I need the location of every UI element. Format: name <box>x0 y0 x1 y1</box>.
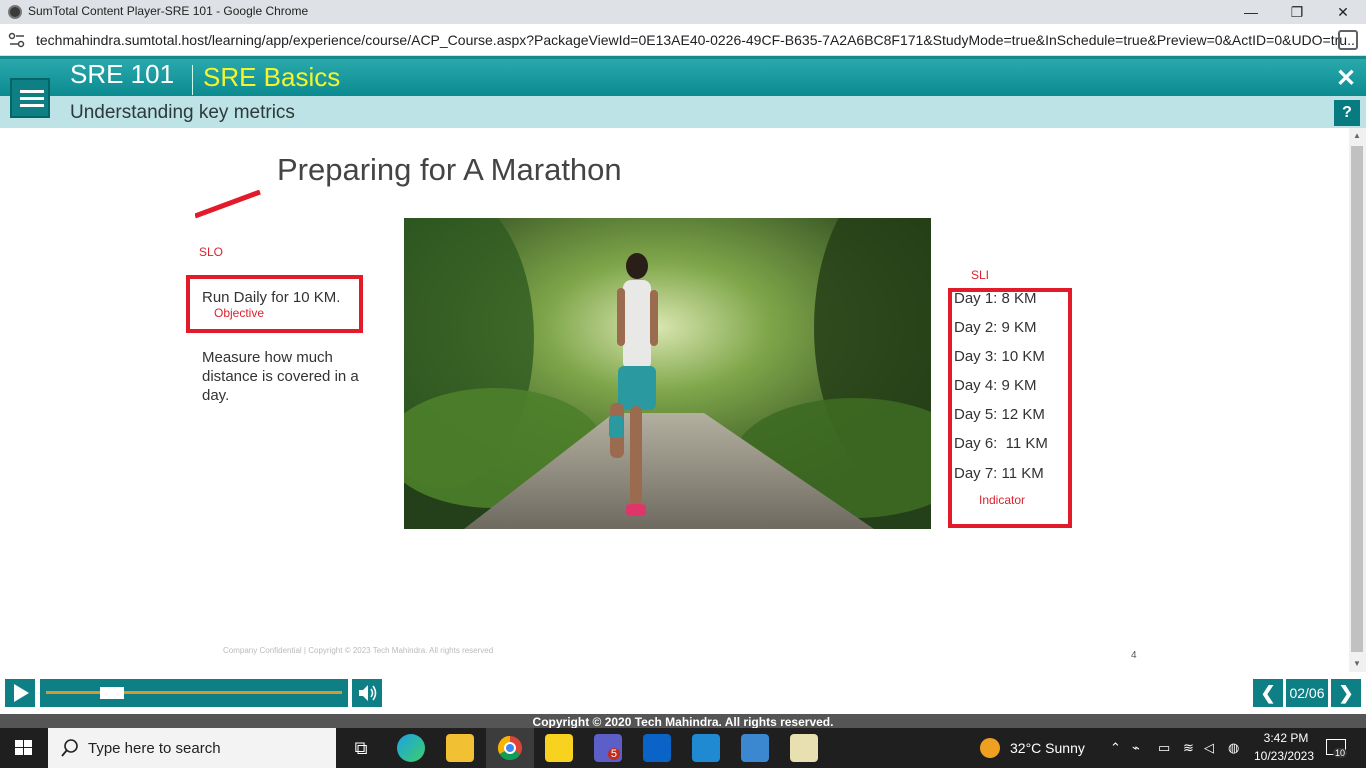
day-entry: Day 5: 12 KM <box>954 406 1045 423</box>
indicator-annotation: Indicator <box>979 493 1026 507</box>
red-stroke-decoration <box>195 190 261 219</box>
edge-icon[interactable] <box>397 734 425 762</box>
help-button[interactable]: ? <box>1334 100 1360 126</box>
scroll-up-icon[interactable]: ▲ <box>1353 131 1361 140</box>
restore-button[interactable]: ❐ <box>1274 0 1320 24</box>
objective-annotation: Objective <box>214 306 265 320</box>
menu-button[interactable] <box>10 78 50 118</box>
objective-text: Run Daily for 10 KM. <box>202 289 341 306</box>
teams-badge: 5 <box>607 748 620 760</box>
lesson-title: Understanding key metrics <box>70 102 295 123</box>
day-entry: Day 1: 8 KM <box>954 290 1037 307</box>
hamburger-icon <box>20 90 44 93</box>
weather-icon[interactable] <box>980 738 1000 758</box>
close-course-button[interactable]: ✕ <box>1332 65 1360 93</box>
day-entry: Day 6: 11 KM <box>954 435 1048 452</box>
browser-title-bar: SumTotal Content Player-SRE 101 - Google… <box>0 0 1366 24</box>
url-text[interactable]: techmahindra.sumtotal.host/learning/app/… <box>36 32 1356 48</box>
language-icon[interactable]: ◍ <box>1228 740 1239 756</box>
progress-knob[interactable] <box>100 687 125 699</box>
site-settings-icon[interactable] <box>8 32 26 48</box>
progress-track <box>46 691 342 694</box>
volume-button[interactable] <box>352 679 382 707</box>
speaker-icon[interactable]: ◁ <box>1204 740 1214 756</box>
slide-title: Preparing for A Marathon <box>277 152 622 187</box>
search-icon <box>61 739 78 757</box>
day-entry: Day 3: 10 KM <box>954 348 1045 365</box>
play-button[interactable] <box>5 679 35 707</box>
vertical-scrollbar[interactable]: ▲ ▼ <box>1349 128 1366 672</box>
course-header: SRE 101 SRE Basics ✕ <box>0 56 1366 96</box>
measure-text: Measure how much distance is covered in … <box>202 349 359 404</box>
day-entry: Day 7: 11 KM <box>954 465 1044 482</box>
sli-label: SLI <box>971 268 990 282</box>
file-explorer-icon[interactable] <box>446 734 474 762</box>
address-bar[interactable]: techmahindra.sumtotal.host/learning/app/… <box>0 24 1366 56</box>
copyright-text: Copyright © 2020 Tech Mahindra. All righ… <box>0 714 1366 729</box>
vscode-icon[interactable] <box>692 734 720 762</box>
progress-slider[interactable] <box>40 679 348 707</box>
chevron-up-icon[interactable]: ⌃ <box>1110 740 1121 756</box>
start-button[interactable] <box>0 728 48 768</box>
page-indicator: 02/06 <box>1286 679 1328 707</box>
slide-footer: Company Confidential | Copyright © 2023 … <box>223 646 494 655</box>
search-placeholder[interactable]: Type here to search <box>88 740 221 757</box>
chrome-taskbar-slot[interactable] <box>486 728 534 768</box>
play-icon <box>14 684 29 702</box>
teams-icon[interactable]: 5 <box>594 734 622 762</box>
course-code: SRE 101 <box>70 59 175 89</box>
wifi-icon[interactable]: ≋ <box>1183 740 1194 756</box>
outlook-icon[interactable] <box>643 734 671 762</box>
notepad-plus-icon[interactable] <box>790 734 818 762</box>
zoom-icon[interactable] <box>1338 30 1358 50</box>
previous-page-button[interactable]: ❮ <box>1253 679 1283 707</box>
scrollbar-thumb[interactable] <box>1351 146 1363 652</box>
next-page-button[interactable]: ❯ <box>1331 679 1361 707</box>
battery-icon[interactable]: ▭ <box>1158 740 1170 756</box>
windows-icon <box>15 740 32 755</box>
sticky-notes-icon[interactable] <box>545 734 573 762</box>
window-title: SumTotal Content Player-SRE 101 - Google… <box>28 4 309 18</box>
remote-desktop-icon[interactable] <box>741 734 769 762</box>
day-entry: Day 4: 9 KM <box>954 377 1037 394</box>
clock-time[interactable]: 3:42 PM <box>1258 731 1314 745</box>
weather-text[interactable]: 32°C Sunny <box>1010 740 1085 756</box>
minimize-button[interactable]: — <box>1228 0 1274 24</box>
app-icon <box>8 5 22 19</box>
slide-page-number: 4 <box>1131 650 1137 661</box>
lesson-header: Understanding key metrics <box>0 96 1366 128</box>
marathon-runner-image <box>404 218 931 529</box>
clock-date[interactable]: 10/23/2023 <box>1252 749 1316 763</box>
close-window-button[interactable]: ✕ <box>1320 0 1366 24</box>
notification-count: 10 <box>1333 748 1348 758</box>
slo-label: SLO <box>199 245 224 259</box>
chrome-icon <box>497 736 522 761</box>
network-icon[interactable]: ⌁ <box>1132 740 1140 756</box>
volume-icon <box>359 685 377 701</box>
task-view-icon[interactable]: ⧉ <box>347 734 375 762</box>
taskbar-search[interactable]: Type here to search <box>48 728 336 768</box>
scroll-down-icon[interactable]: ▼ <box>1353 659 1361 668</box>
day-entry: Day 2: 9 KM <box>954 319 1037 336</box>
header-divider <box>192 65 193 95</box>
course-title: SRE Basics <box>203 62 341 92</box>
